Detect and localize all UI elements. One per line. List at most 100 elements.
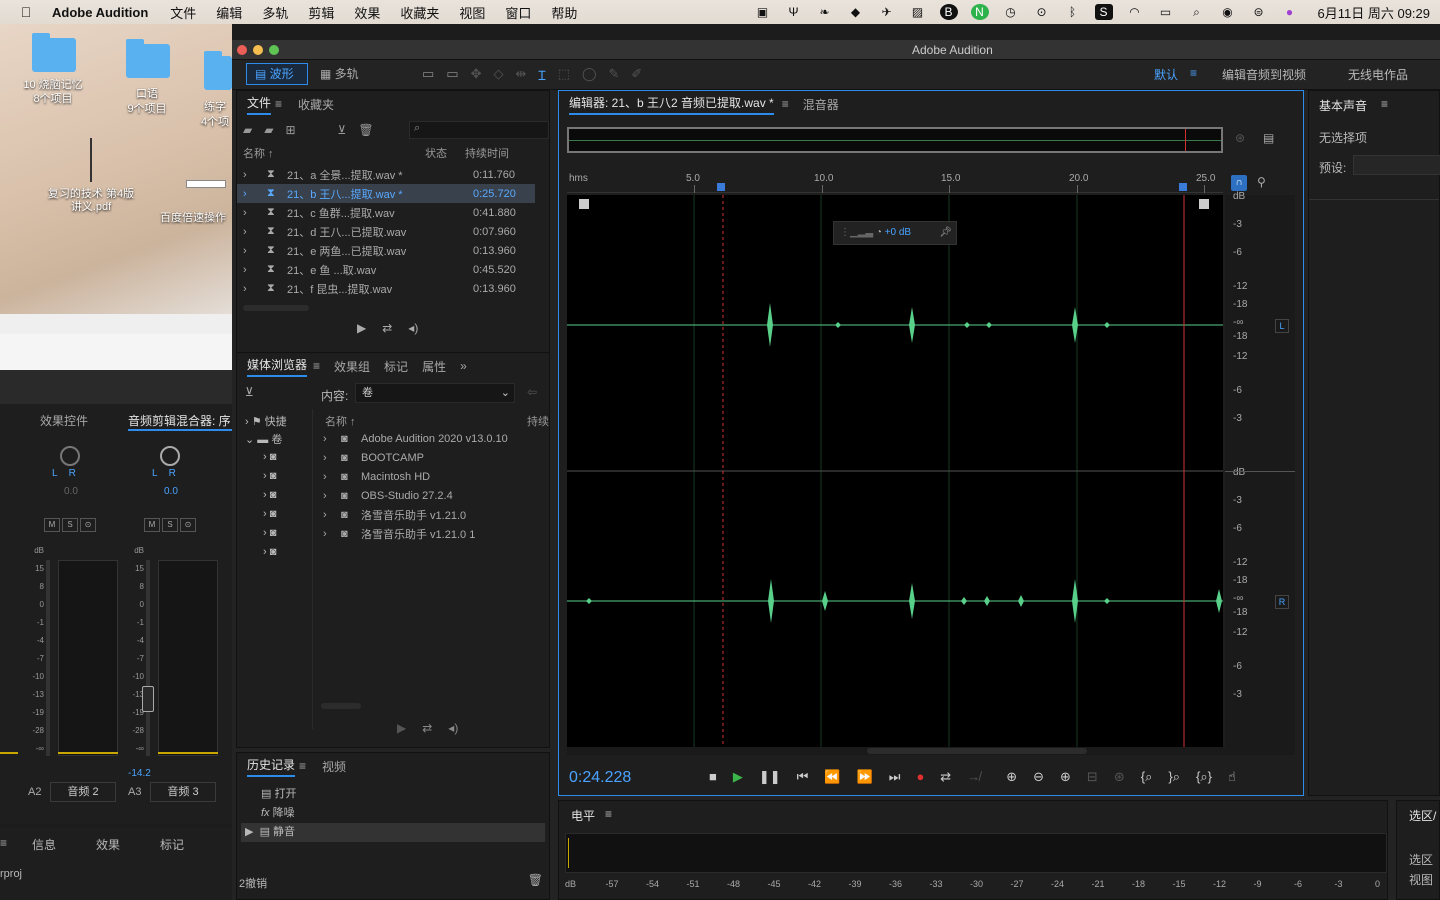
menu-icon[interactable]: ≡	[299, 759, 306, 773]
skip-forward-icon[interactable]: ⏭	[889, 769, 901, 785]
time-display[interactable]: 0:24.228	[569, 769, 631, 787]
file-row[interactable]: › ⧗ 21、e 两鱼...已提取.wav 0:13.960	[237, 241, 535, 260]
folder-icon[interactable]	[204, 51, 232, 90]
content-select[interactable]: 卷 ⌄	[355, 383, 515, 403]
tree-volume-item[interactable]: › ◙	[263, 527, 276, 539]
record-button[interactable]: ⊙	[180, 518, 196, 532]
tab-audio-clip-mixer[interactable]: 音频剪辑混合器: 序	[128, 412, 232, 431]
col-name[interactable]: 名称 ↑	[243, 145, 274, 161]
mute-button[interactable]: M	[144, 518, 160, 532]
zoom-tool-icon[interactable]: ☝	[1228, 769, 1236, 785]
spot-healing-tool-icon[interactable]: ✐	[631, 66, 642, 84]
fade-out-handle[interactable]	[1199, 199, 1209, 209]
b-icon[interactable]: B	[939, 4, 958, 20]
fork-icon[interactable]: Ψ	[785, 4, 803, 20]
menu-edit[interactable]: 编辑	[216, 3, 242, 22]
delete-icon[interactable]: 🗑︎	[358, 123, 373, 137]
menu-window[interactable]: 窗口	[505, 3, 531, 22]
tree-volume-item[interactable]: › ◙	[263, 489, 276, 501]
workspace-edit-video[interactable]: 编辑音频到视频	[1222, 66, 1306, 83]
tree-volume-item[interactable]: › ◙	[263, 508, 276, 520]
channel-left-badge[interactable]: L	[1275, 319, 1289, 333]
files-search-input[interactable]: ⌕	[409, 121, 549, 139]
clock-icon[interactable]: ◷	[1002, 4, 1020, 20]
lasso-tool-icon[interactable]: ◯	[582, 66, 597, 84]
move-tool-icon[interactable]: ✥	[471, 66, 482, 84]
zoom-icon[interactable]: ⊛	[1235, 131, 1245, 145]
zoom-selection-icon[interactable]: ⊛	[1114, 769, 1125, 785]
more-panels-icon[interactable]: »	[460, 359, 467, 373]
s-app-icon[interactable]: S	[1094, 4, 1113, 20]
chevron-right-icon[interactable]: ›	[243, 245, 247, 257]
volume-row[interactable]: › ◙ 洛雪音乐助手 v1.21.0	[321, 505, 549, 524]
tab-effects[interactable]: 效果	[96, 836, 120, 853]
chevron-right-icon[interactable]: ›	[243, 188, 247, 200]
chevron-right-icon[interactable]: ›	[243, 264, 247, 276]
tab-video[interactable]: 视频	[322, 758, 346, 775]
play-icon[interactable]: ▶	[397, 721, 406, 735]
waveform-view-button[interactable]: ▤ 波形	[246, 63, 308, 85]
pan-value-a3[interactable]: 0.0	[164, 486, 178, 497]
play-circle-icon[interactable]: ⊙	[1033, 4, 1051, 20]
user-icon[interactable]: ◉	[1219, 4, 1237, 20]
tree-volume-item[interactable]: › ◙	[263, 451, 276, 463]
zoom-out-full-icon[interactable]: ⊟	[1087, 769, 1098, 785]
pin-icon[interactable]: 📌︎	[939, 222, 952, 244]
fader-handle-a3[interactable]	[142, 686, 154, 712]
menu-icon[interactable]: ≡	[275, 97, 282, 111]
volume-row[interactable]: › ◙ 洛雪音乐助手 v1.21.0 1	[321, 524, 549, 543]
col-status[interactable]: 状态	[425, 145, 447, 161]
tab-files[interactable]: 文件	[247, 94, 272, 115]
gain-knob-icon[interactable]: ◔	[876, 227, 885, 238]
tab-effect-controls[interactable]: 效果控件	[40, 412, 88, 429]
loop-icon[interactable]: ⇄	[940, 769, 951, 785]
menu-favorites[interactable]: 收藏夹	[400, 3, 439, 22]
folder-icon[interactable]	[126, 39, 170, 78]
brush-tool-icon[interactable]: ✎	[609, 66, 620, 84]
rewind-icon[interactable]: ⏪	[824, 769, 840, 785]
zoom-full-icon[interactable]: {⌕}	[1196, 769, 1212, 785]
channel-right-badge[interactable]: R	[1275, 595, 1289, 609]
razor-tool-icon[interactable]: ◇	[494, 66, 504, 84]
tree-volume-item[interactable]: › ◙	[263, 470, 276, 482]
menu-clip[interactable]: 剪辑	[308, 3, 334, 22]
insert-icon[interactable]: ⊻	[338, 123, 347, 137]
scroll-thumb[interactable]	[867, 748, 1087, 754]
files-scrollbar[interactable]	[243, 305, 309, 311]
headphones-icon[interactable]: ∩	[1231, 175, 1247, 191]
tab-info[interactable]: 信息	[32, 836, 56, 853]
play-icon[interactable]: ▶	[357, 321, 366, 335]
track-name-a3[interactable]: 音频 3	[150, 782, 216, 802]
tab-favorites[interactable]: 收藏夹	[298, 96, 334, 113]
pan-knob-a2[interactable]	[60, 446, 80, 466]
tab-history[interactable]: 历史记录	[247, 756, 296, 777]
history-item[interactable]: fx 降噪	[241, 804, 545, 823]
menu-app-name[interactable]: Adobe Audition	[52, 5, 148, 20]
auto-play-icon[interactable]: ◂)	[448, 721, 458, 735]
skip-back-icon[interactable]: ⏮	[797, 769, 809, 785]
menu-effects[interactable]: 效果	[354, 3, 380, 22]
media-col-duration[interactable]: 持续	[527, 413, 549, 429]
volume-row[interactable]: › ◙ Adobe Audition 2020 v13.0.10	[321, 429, 549, 448]
new-file-icon[interactable]: ⊞	[285, 123, 295, 137]
menu-clock[interactable]: 6月11日 周六 09:29	[1318, 3, 1430, 22]
pdf-icon[interactable]	[90, 138, 92, 182]
skip-selection-icon[interactable]: ↛	[967, 769, 980, 785]
fader-track-a2[interactable]	[46, 560, 50, 756]
wifi-icon[interactable]: ◠	[1126, 4, 1144, 20]
n-icon[interactable]: N	[970, 4, 989, 20]
open-file-icon[interactable]: ▰	[243, 123, 252, 137]
slip-tool-icon[interactable]: ⇹	[516, 66, 527, 84]
history-item[interactable]: ▶ ▤ 静音	[241, 823, 545, 842]
tree-item-volumes[interactable]: ⌄ ▬ 卷	[245, 431, 282, 447]
workspace-menu-icon[interactable]: ≡	[1190, 66, 1197, 80]
menu-view[interactable]: 视图	[459, 3, 485, 22]
media-scrollbar[interactable]	[321, 703, 361, 709]
zoom-out-point-icon[interactable]: }⌕	[1168, 769, 1180, 785]
zoom-in-point-icon[interactable]: {⌕	[1141, 769, 1153, 785]
overview-bar[interactable]	[567, 127, 1223, 153]
volume-row[interactable]: › ◙ Macintosh HD	[321, 467, 549, 486]
track-name-a2[interactable]: 音频 2	[50, 782, 116, 802]
marker-pin-icon[interactable]: ⚲	[1257, 175, 1266, 189]
multitrack-view-button[interactable]: ▦ 多轨	[314, 63, 376, 85]
